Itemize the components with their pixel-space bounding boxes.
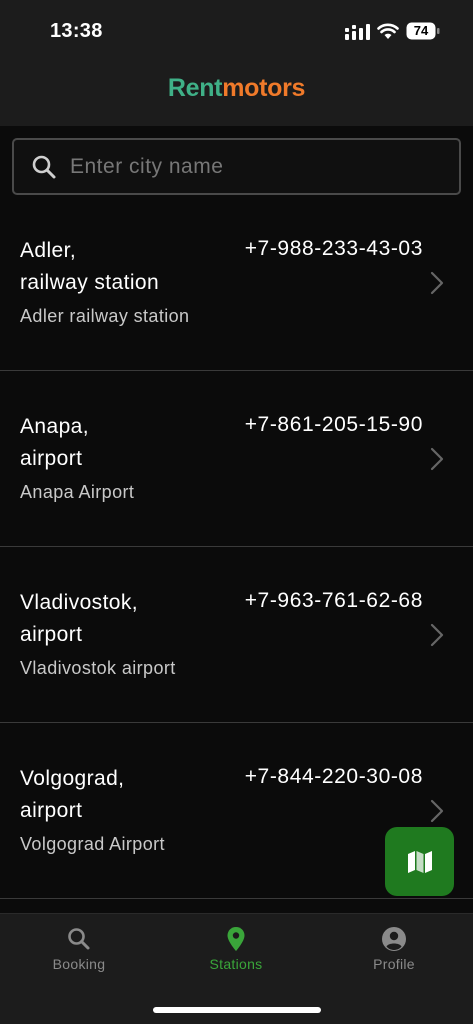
station-phone[interactable]: +7-988-233-43-03	[245, 237, 423, 261]
map-icon	[407, 850, 432, 873]
station-item[interactable]: Adler, railway station +7-988-233-43-03 …	[0, 195, 473, 371]
user-circle-icon	[382, 927, 406, 951]
logo-motors: motors	[222, 74, 306, 102]
station-description: Adler railway station	[20, 306, 190, 326]
search-input[interactable]	[70, 148, 450, 185]
battery-icon: 74	[406, 22, 440, 40]
station-phone[interactable]: +7-963-761-62-68	[245, 589, 423, 613]
chevron-right-icon	[430, 623, 444, 647]
map-view-button[interactable]	[385, 827, 454, 896]
home-indicator[interactable]	[153, 1007, 321, 1013]
station-phone[interactable]: +7-844-220-30-08	[245, 765, 423, 789]
tab-booking-label: Booking	[52, 956, 106, 972]
app-logo: Rentmotors	[0, 74, 473, 103]
chevron-right-icon	[430, 447, 444, 471]
search-icon	[32, 155, 56, 179]
station-name: Adler, railway station	[20, 239, 160, 294]
station-phone[interactable]: +7-861-205-15-90	[245, 413, 423, 437]
station-description: Anapa Airport	[20, 482, 135, 502]
logo-rent: Rent	[167, 74, 223, 102]
station-description: Volgograd Airport	[20, 834, 165, 854]
station-name: Vladivostok, airport	[20, 591, 139, 646]
station-name: Volgograd, airport	[20, 767, 125, 822]
station-item[interactable]: Anapa, airport +7-861-205-15-90 Anapa Ai…	[0, 371, 473, 547]
tab-stations-label: Stations	[209, 956, 263, 972]
station-item[interactable]: Vladivostok, airport +7-963-761-62-68 Vl…	[0, 547, 473, 723]
status-time: 13:38	[50, 20, 103, 42]
cellular-signal-icon	[345, 24, 370, 40]
tab-booking[interactable]: Booking	[19, 926, 139, 972]
station-description: Vladivostok airport	[20, 658, 176, 678]
app-header: Rentmotors	[0, 62, 473, 126]
chevron-right-icon	[430, 271, 444, 295]
search-box[interactable]	[12, 138, 461, 195]
chevron-right-icon	[430, 799, 444, 823]
tab-profile-label: Profile	[373, 956, 415, 972]
status-bar: 13:38 74	[0, 0, 473, 62]
wifi-icon	[377, 23, 399, 39]
location-pin-icon	[227, 927, 245, 951]
station-list[interactable]: Adler, railway station +7-988-233-43-03 …	[0, 195, 473, 899]
tab-stations[interactable]: Stations	[176, 926, 296, 972]
station-name: Anapa, airport	[20, 415, 89, 470]
battery-level: 74	[413, 23, 429, 38]
tab-profile[interactable]: Profile	[334, 926, 454, 972]
search-icon	[68, 928, 90, 950]
